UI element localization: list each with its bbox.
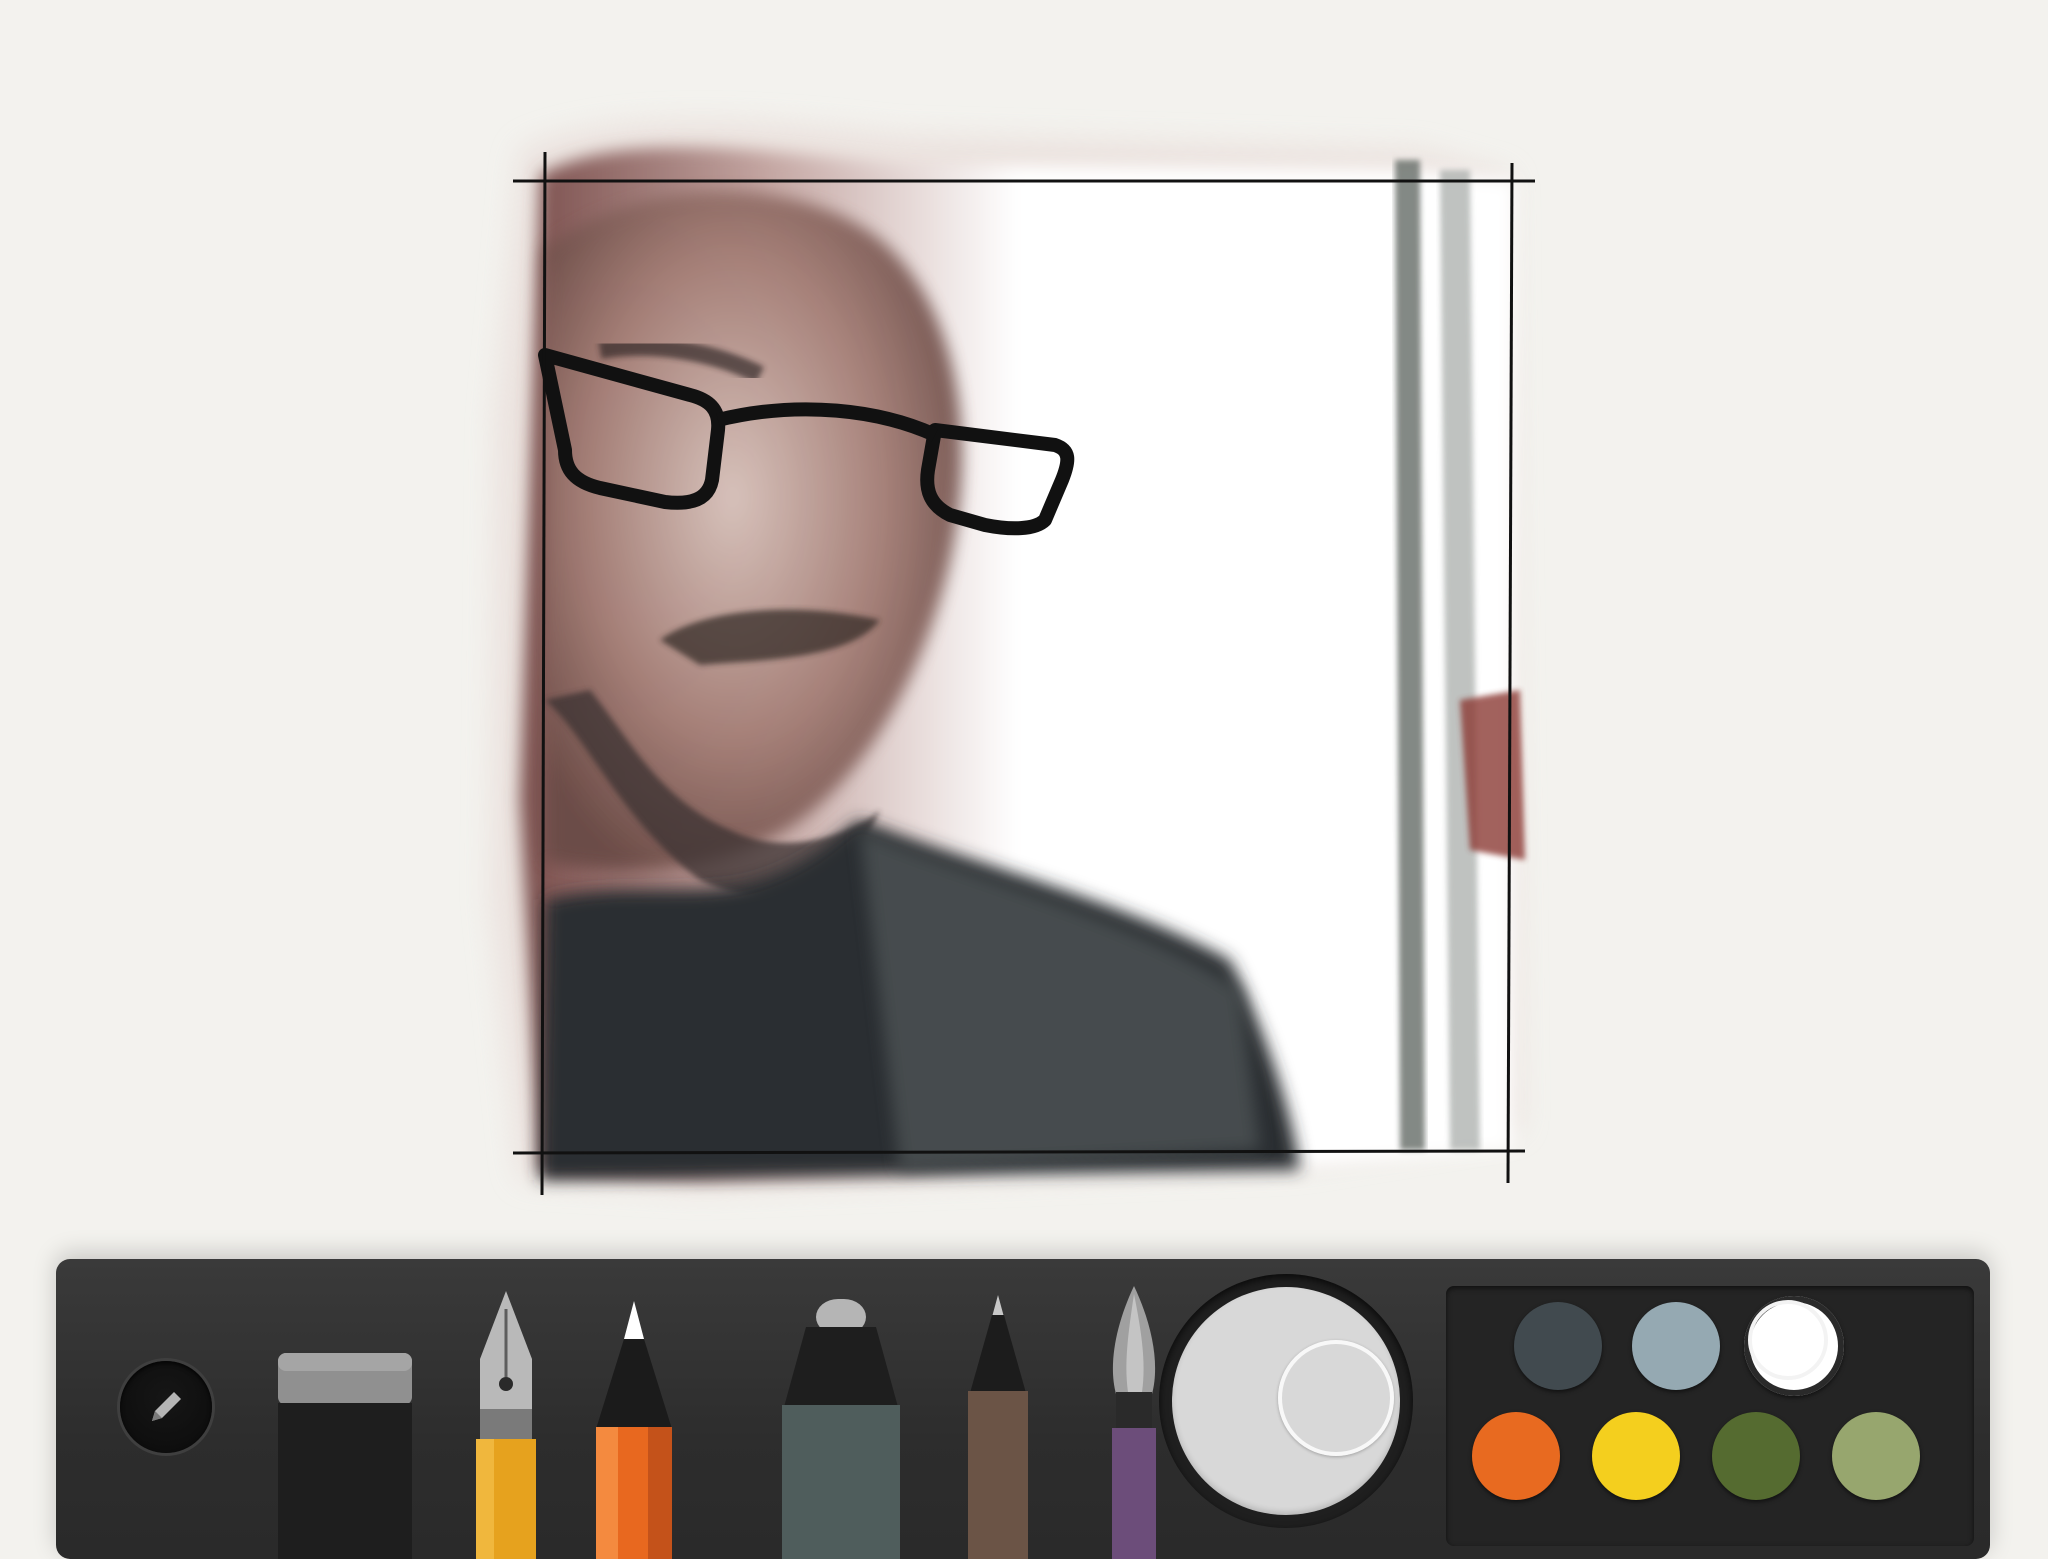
marker-tool[interactable] <box>776 1297 906 1559</box>
swatch-yellow[interactable] <box>1592 1412 1680 1500</box>
pen-icon <box>992 1295 1004 1317</box>
pencil-tool[interactable] <box>592 1299 676 1559</box>
color-palette <box>1446 1286 1974 1546</box>
swatch-blue-gray[interactable] <box>1632 1302 1720 1390</box>
pen-tool[interactable] <box>956 1293 1040 1559</box>
swatch-orange[interactable] <box>1472 1412 1560 1500</box>
swatch-dark-slate[interactable] <box>1514 1302 1602 1390</box>
pencil-tool-icon <box>624 1301 644 1339</box>
size-indicator-ring[interactable] <box>1278 1340 1394 1456</box>
fountain-pen-tool[interactable] <box>466 1289 546 1559</box>
sketch-artwork <box>490 121 1535 1196</box>
tool-mode-button[interactable] <box>120 1361 212 1453</box>
swatch-sage-green[interactable] <box>1832 1412 1920 1500</box>
tool-tray <box>56 1259 1990 1559</box>
brush-size-dial[interactable] <box>1159 1274 1413 1528</box>
pencil-icon <box>152 1392 181 1421</box>
eraser-tool[interactable] <box>276 1349 416 1559</box>
swatch-olive-green[interactable] <box>1712 1412 1800 1500</box>
drawing-canvas[interactable] <box>0 0 2048 1250</box>
swatch-white[interactable] <box>1744 1296 1844 1396</box>
